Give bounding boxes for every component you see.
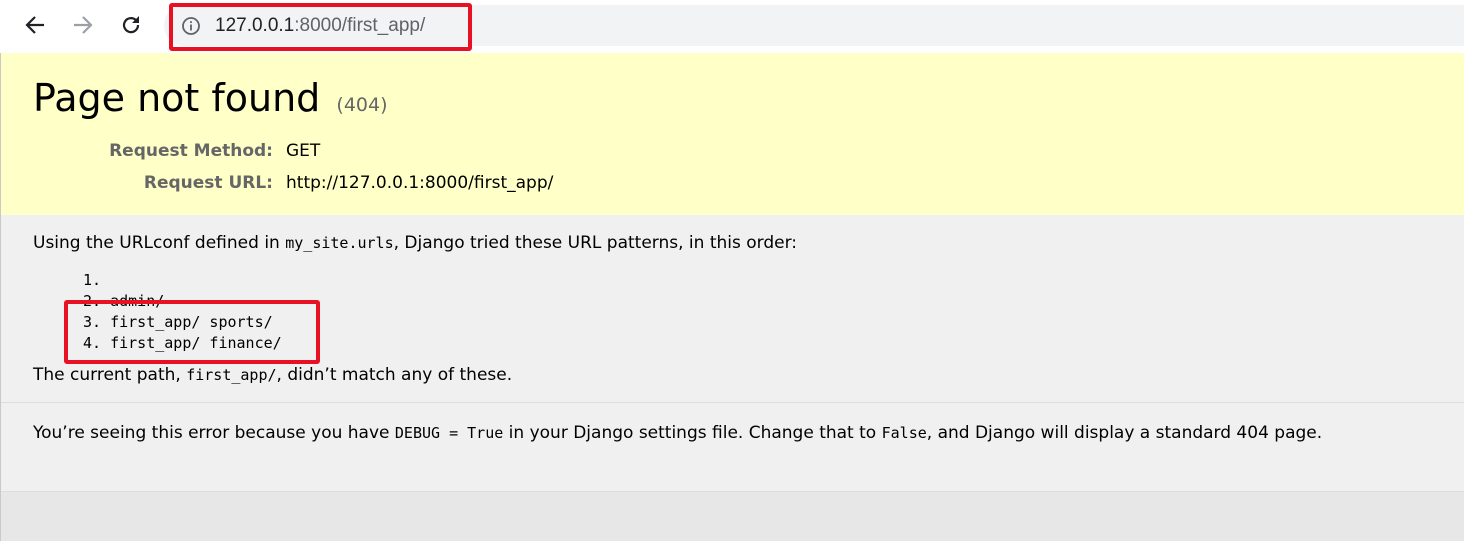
reload-button[interactable] (118, 12, 144, 38)
url-path: :8000/first_app/ (294, 15, 426, 36)
url-host: 127.0.0.1 (215, 15, 295, 36)
intro-prefix: Using the URLconf defined in (33, 233, 286, 253)
page-title: Page not found (404) (33, 75, 388, 128)
url-pattern-list: 1. 2. admin/ 3. first_app/ sports/ 4. fi… (83, 270, 282, 354)
list-item: 4. first_app/ finance/ (83, 334, 282, 352)
url-patterns-section: Using the URLconf defined in my_site.url… (1, 215, 1464, 403)
urlconf-intro: Using the URLconf defined in my_site.url… (33, 233, 797, 253)
back-button[interactable] (22, 12, 48, 38)
request-url-row: Request URL: http://127.0.0.1:8000/first… (1, 173, 701, 197)
debug-explanation: You’re seeing this error because you hav… (1, 403, 1464, 492)
request-method-value: GET (286, 141, 321, 161)
page-footer-area (1, 492, 1464, 541)
urlconf-name: my_site.urls (285, 234, 394, 252)
current-path-suffix: , didn’t match any of these. (276, 365, 513, 385)
list-item: 2. admin/ (83, 292, 165, 310)
request-url-value: http://127.0.0.1:8000/first_app/ (286, 173, 554, 193)
intro-suffix: , Django tried these URL patterns, in th… (393, 233, 798, 253)
browser-toolbar: 127.0.0.1:8000/first_app/ (0, 0, 1464, 53)
forward-button[interactable] (70, 12, 96, 38)
explanation-prefix: You’re seeing this error because you hav… (33, 423, 395, 443)
current-path: first_app/ (186, 366, 277, 384)
arrow-left-icon (25, 16, 44, 34)
url-text[interactable]: 127.0.0.1:8000/first_app/ (215, 14, 425, 38)
explanation-middle: in your Django settings file. Change tha… (503, 423, 882, 443)
address-bar[interactable]: 127.0.0.1:8000/first_app/ (164, 5, 1464, 46)
current-path-text: The current path, first_app/, didn’t mat… (33, 365, 512, 385)
explanation-suffix: , and Django will display a standard 404… (926, 423, 1323, 443)
info-circle-icon[interactable] (181, 16, 201, 36)
explanation-text: You’re seeing this error because you hav… (33, 423, 1322, 443)
reload-icon (122, 16, 140, 34)
request-url-label: Request URL: (143, 173, 273, 193)
request-method-label: Request Method: (109, 141, 273, 161)
page-content: Page not found (404) Request Method: GET… (0, 53, 1464, 541)
list-item: 1. (83, 271, 111, 289)
title-text: Page not found (33, 76, 321, 120)
error-summary: Page not found (404) Request Method: GET… (1, 53, 1464, 216)
arrow-right-icon (74, 16, 93, 34)
list-item: 3. first_app/ sports/ (83, 313, 273, 331)
request-method-row: Request Method: GET (1, 141, 701, 165)
current-path-prefix: The current path, (33, 365, 187, 385)
debug-setting: DEBUG = True (394, 424, 504, 442)
false-value: False (881, 424, 927, 442)
status-code: (404) (336, 94, 388, 116)
